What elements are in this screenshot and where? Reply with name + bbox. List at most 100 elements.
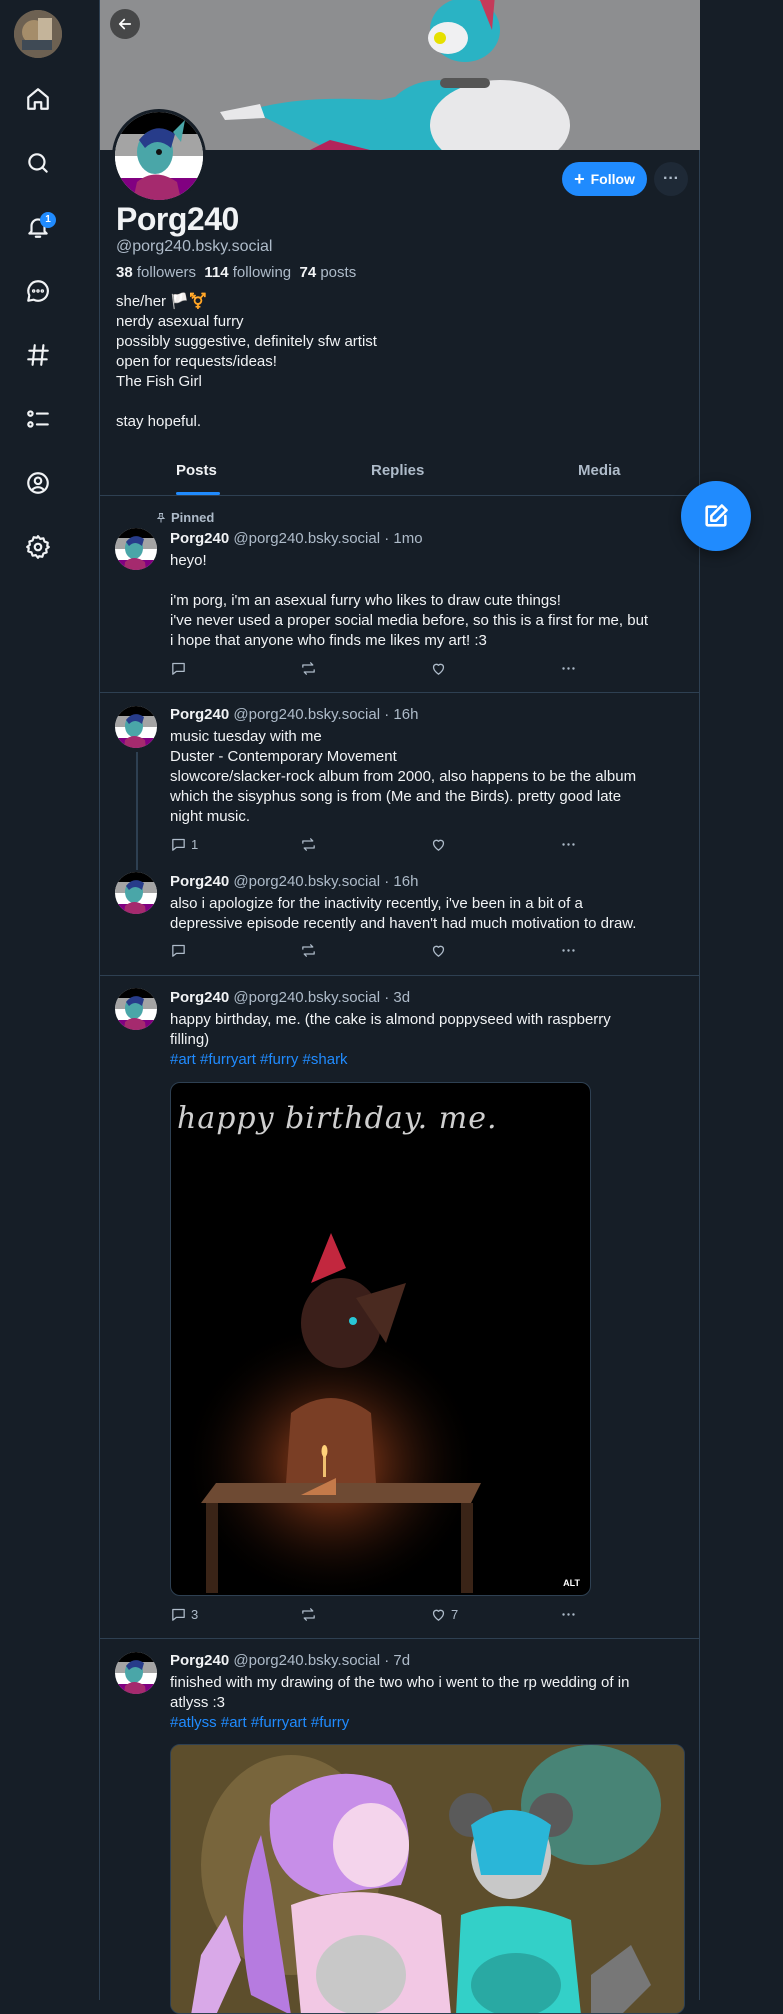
ellipsis-icon xyxy=(562,949,575,952)
post-header[interactable]: Porg240 @porg240.bsky.social · 7d xyxy=(170,1652,410,1669)
repost-icon xyxy=(302,662,315,675)
comment-icon xyxy=(172,662,185,675)
post-more-button[interactable] xyxy=(560,660,577,677)
nav-settings[interactable] xyxy=(14,523,62,571)
post-more-button[interactable] xyxy=(560,836,577,853)
nav-notifications[interactable]: 1 xyxy=(14,203,62,251)
arrow-left-icon xyxy=(118,18,132,30)
post-header[interactable]: Porg240 @porg240.bsky.social · 16h xyxy=(170,706,418,723)
pin-icon xyxy=(156,512,166,522)
ellipsis-icon xyxy=(562,1613,575,1616)
bio-line: open for requests/ideas! xyxy=(116,353,277,370)
nav-chat[interactable] xyxy=(14,267,62,315)
reply-button[interactable]: 3 xyxy=(170,1606,198,1623)
post-text: finished with my drawing of the two who … xyxy=(170,1673,690,1733)
post-actions: 1 xyxy=(170,836,590,856)
nav-profile[interactable] xyxy=(14,459,62,507)
repost-button[interactable] xyxy=(300,942,321,959)
divider xyxy=(100,1638,700,1639)
post-image[interactable]: happy birthday. me. ALT xyxy=(170,1082,591,1596)
alt-badge[interactable]: ALT xyxy=(559,1577,584,1589)
like-button[interactable] xyxy=(430,660,451,677)
heart-icon xyxy=(432,1609,445,1621)
post-header[interactable]: Porg240 @porg240.bsky.social · 1mo xyxy=(170,530,423,547)
post-header[interactable]: Porg240 @porg240.bsky.social · 16h xyxy=(170,873,418,890)
tab-media[interactable]: Media xyxy=(578,462,621,479)
post-hashtags[interactable]: #art #furryart #furry #shark xyxy=(170,1050,690,1070)
profile-avatar[interactable] xyxy=(112,109,206,203)
like-button[interactable] xyxy=(430,942,451,959)
post-actions xyxy=(170,942,590,962)
thread-line xyxy=(136,752,138,870)
profile-bio: she/her 🏳️⚧️ nerdy asexual furry possibl… xyxy=(116,292,377,432)
divider xyxy=(100,692,700,693)
post-avatar[interactable] xyxy=(115,988,157,1030)
home-icon xyxy=(27,88,49,110)
user-circle-icon xyxy=(27,472,49,494)
post-hashtags[interactable]: #atlyss #art #furryart #furry xyxy=(170,1713,690,1733)
gear-icon xyxy=(26,535,50,559)
tab-posts[interactable]: Posts xyxy=(176,462,217,479)
profile-column: + Follow ··· Porg240 @porg240.bsky.socia… xyxy=(99,0,700,2014)
chat-icon xyxy=(27,280,49,302)
image-caption: happy birthday. me. xyxy=(177,1101,498,1136)
followers-link[interactable]: 38 followers xyxy=(116,264,196,281)
post-avatar[interactable] xyxy=(115,872,157,914)
repost-icon xyxy=(302,838,315,851)
repost-button[interactable] xyxy=(300,660,321,677)
bio-line: stay hopeful. xyxy=(116,413,202,430)
profile-tabs: Posts Replies Media xyxy=(100,452,700,496)
comment-icon xyxy=(172,1608,185,1621)
bio-line: possibly suggestive, definitely sfw arti… xyxy=(116,333,377,350)
my-avatar[interactable] xyxy=(14,10,62,58)
plus-icon: + xyxy=(574,169,585,189)
profile-display-name: Porg240 xyxy=(116,201,239,237)
post-avatar[interactable] xyxy=(115,528,157,570)
comment-icon xyxy=(172,944,185,957)
comment-icon xyxy=(172,838,185,851)
nav-feeds[interactable] xyxy=(14,331,62,379)
post-image[interactable] xyxy=(170,1744,685,2014)
nav-lists[interactable] xyxy=(14,395,62,443)
post-text: music tuesday with me Duster - Contempor… xyxy=(170,728,637,825)
follow-button[interactable]: + Follow xyxy=(562,162,647,196)
bio-line: nerdy asexual furry xyxy=(116,313,244,330)
repost-icon xyxy=(302,1608,315,1621)
tab-replies[interactable]: Replies xyxy=(371,462,424,479)
post-avatar[interactable] xyxy=(115,706,157,748)
back-button[interactable] xyxy=(110,9,140,39)
heart-icon xyxy=(432,839,445,851)
ellipsis-icon xyxy=(562,667,575,670)
search-icon xyxy=(28,153,48,173)
post-actions: 3 7 xyxy=(170,1606,590,1626)
like-button[interactable]: 7 xyxy=(430,1606,458,1623)
hashtag-icon xyxy=(27,344,49,366)
profile-stats: 38 followers 114 following 74 posts xyxy=(116,264,356,281)
reply-button[interactable] xyxy=(170,942,191,959)
post-more-button[interactable] xyxy=(560,942,577,959)
nav-home[interactable] xyxy=(14,75,62,123)
following-link[interactable]: 114 following xyxy=(204,264,291,281)
reply-button[interactable]: 1 xyxy=(170,836,198,853)
profile-handle: @porg240.bsky.social xyxy=(116,238,273,255)
profile-more-button[interactable]: ··· xyxy=(654,162,688,196)
repost-button[interactable] xyxy=(300,1606,321,1623)
repost-icon xyxy=(302,944,315,957)
heart-icon xyxy=(432,945,445,957)
like-button[interactable] xyxy=(430,836,451,853)
compose-button[interactable] xyxy=(681,481,751,551)
follow-label: Follow xyxy=(590,171,635,187)
ellipsis-icon xyxy=(562,843,575,846)
bio-line: The Fish Girl xyxy=(116,373,202,390)
post-header[interactable]: Porg240 @porg240.bsky.social · 3d xyxy=(170,989,410,1006)
notification-badge: 1 xyxy=(40,212,56,228)
reply-button[interactable] xyxy=(170,660,191,677)
nav-search[interactable] xyxy=(14,139,62,187)
list-icon xyxy=(27,410,49,428)
active-tab-indicator xyxy=(176,492,220,495)
repost-button[interactable] xyxy=(300,836,321,853)
post-avatar[interactable] xyxy=(115,1652,157,1694)
post-more-button[interactable] xyxy=(560,1606,577,1623)
left-nav: 1 xyxy=(0,0,76,2000)
post-text: heyo! i'm porg, i'm an asexual furry who… xyxy=(170,552,649,649)
